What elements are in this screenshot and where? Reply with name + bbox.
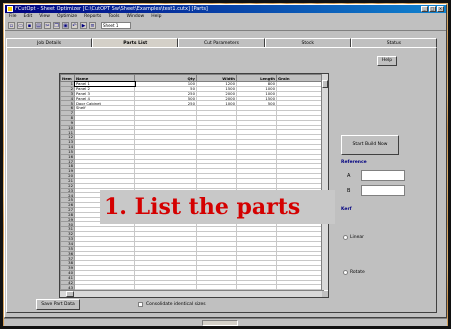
col-header-grain[interactable]: Grain [276, 74, 324, 82]
checkbox-box[interactable] [138, 302, 143, 307]
tab-status[interactable]: Status [350, 38, 438, 47]
status-bar [4, 318, 447, 327]
paste-icon[interactable]: ▣ [62, 21, 69, 29]
tab-strip: Job Details Parts List Cut Parameters St… [6, 38, 438, 47]
copy-icon[interactable]: ❐ [53, 21, 60, 29]
radio-rotate-label: Rotate [350, 270, 365, 275]
open-icon[interactable]: ▭ [17, 21, 24, 29]
status-pane [202, 320, 238, 326]
radio-rotate[interactable]: Rotate [343, 270, 365, 275]
cut-icon[interactable]: ✂ [44, 21, 51, 29]
start-build-button[interactable]: Start Build Now [341, 135, 399, 155]
field-a-input[interactable] [361, 170, 405, 181]
menu-view[interactable]: View [39, 13, 50, 20]
reference-label: Reference [341, 160, 367, 165]
new-icon[interactable]: ▫ [8, 21, 15, 29]
radio-linear-label: Linear [350, 235, 364, 240]
tab-cut-parameters[interactable]: Cut Parameters [178, 38, 265, 47]
save-icon[interactable]: ▪ [26, 21, 33, 29]
field-a-label: A [347, 173, 351, 179]
field-b-input[interactable] [361, 185, 405, 196]
radio-dot[interactable] [343, 270, 348, 275]
col-header-name[interactable]: Name [74, 74, 135, 82]
report-icon[interactable]: ≡ [89, 21, 96, 29]
col-header-qty[interactable]: Qty [134, 74, 197, 82]
field-b-label: B [347, 188, 351, 194]
menu-bar: File Edit View Optimize Reports Tools Wi… [5, 13, 446, 20]
caption-overlay: 1. List the parts [100, 190, 335, 224]
vertical-scroll-thumb[interactable] [322, 80, 328, 88]
parts-table: Item Name Qty Width Length Grain 1 Panel … [60, 74, 324, 297]
tab-job-details[interactable]: Job Details [6, 38, 93, 47]
window-title: FCutOpt - Sheet Optimizer [C:\CutOPT Sw\… [15, 6, 208, 12]
optimize-icon[interactable]: ▶ [80, 21, 87, 29]
help-button[interactable]: Help [377, 56, 397, 66]
print-icon[interactable]: ▤ [35, 21, 42, 29]
toolbar: ▫ ▭ ▪ ▤ ✂ ❐ ▣ ↶ ▶ ≡ Sheet 1 [5, 20, 446, 31]
menu-edit[interactable]: Edit [24, 13, 33, 20]
save-part-data-button[interactable]: Save Part Data [36, 299, 80, 310]
horizontal-scrollbar[interactable] [60, 290, 324, 297]
undo-icon[interactable]: ↶ [71, 21, 78, 29]
consolidate-label: Consolidate identical sizes [146, 302, 206, 307]
menu-help[interactable]: Help [151, 13, 161, 20]
caption-text: 1. List the parts [104, 194, 301, 220]
menu-reports[interactable]: Reports [84, 13, 101, 20]
app-icon [7, 6, 13, 12]
title-bar: FCutOpt - Sheet Optimizer [C:\CutOPT Sw\… [5, 5, 446, 13]
col-header-length[interactable]: Length [236, 74, 277, 82]
parts-grid[interactable]: Item Name Qty Width Length Grain 1 Panel … [59, 73, 329, 298]
vertical-scrollbar[interactable] [321, 74, 328, 290]
menu-window[interactable]: Window [126, 13, 144, 20]
maximize-button[interactable]: □ [429, 6, 436, 12]
tab-parts-list[interactable]: Parts List [92, 38, 179, 47]
horizontal-scroll-thumb[interactable] [66, 291, 74, 297]
col-header-width[interactable]: Width [196, 74, 237, 82]
minimize-button[interactable]: _ [421, 6, 428, 12]
kerf-label: Kerf [341, 207, 352, 212]
menu-file[interactable]: File [9, 13, 17, 20]
parts-panel: Help Item Name Qty Width Length Grain 1P… [6, 47, 437, 313]
radio-dot[interactable] [343, 235, 348, 240]
radio-linear[interactable]: Linear [343, 235, 364, 240]
consolidate-checkbox[interactable]: Consolidate identical sizes [138, 302, 206, 307]
resize-grip[interactable] [322, 291, 328, 297]
col-header-item[interactable]: Item [60, 74, 75, 82]
header-row: Item Name Qty Width Length Grain [60, 74, 324, 82]
sheet-combo[interactable]: Sheet 1 [101, 21, 131, 29]
tab-stock[interactable]: Stock [264, 38, 351, 47]
close-button[interactable]: × [437, 6, 444, 12]
menu-tools[interactable]: Tools [108, 13, 119, 20]
menu-optimize[interactable]: Optimize [57, 13, 77, 20]
